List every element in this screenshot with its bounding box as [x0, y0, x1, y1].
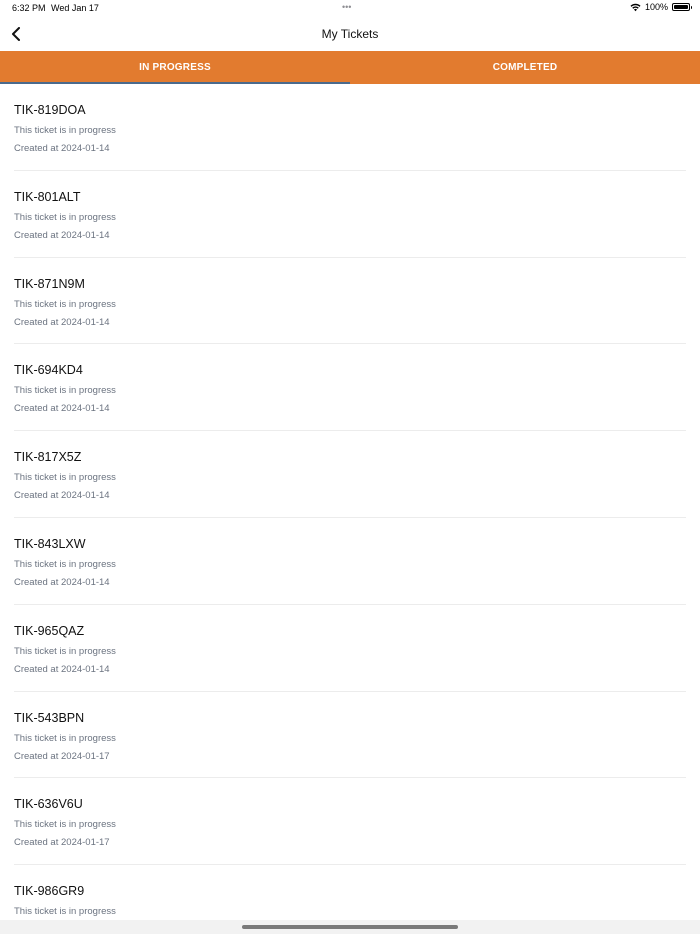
ticket-created-date: Created at 2024-01-14 [14, 316, 110, 328]
battery-fill [674, 5, 688, 9]
tab-bar: IN PROGRESS COMPLETED [0, 51, 700, 84]
ticket-id: TIK-871N9M [14, 276, 85, 291]
ticket-id: TIK-965QAZ [14, 623, 85, 638]
ticket-status: This ticket is in progress [14, 298, 116, 310]
home-indicator[interactable] [242, 925, 458, 929]
ticket-id: TIK-694KD4 [14, 363, 83, 378]
ticket-item[interactable]: TIK-965QAZ This ticket is in progress Cr… [14, 605, 686, 692]
navigation-bar: My Tickets [0, 18, 700, 51]
status-bar: 6:32 PM Wed Jan 17 ••• 100% [0, 0, 700, 18]
ticket-item[interactable]: TIK-543BPN This ticket is in progress Cr… [14, 692, 686, 779]
page-title: My Tickets [321, 27, 379, 41]
battery-percentage: 100% [644, 2, 668, 12]
ticket-item[interactable]: TIK-801ALT This ticket is in progress Cr… [14, 171, 686, 258]
tab-in-progress[interactable]: IN PROGRESS [0, 51, 350, 84]
home-indicator-area [0, 920, 700, 934]
status-date: Wed Jan 17 [51, 3, 99, 13]
wifi-icon [630, 3, 641, 11]
ticket-status: This ticket is in progress [14, 732, 116, 744]
ticket-status: This ticket is in progress [14, 558, 116, 570]
ticket-created-date: Created at 2024-01-14 [14, 663, 110, 675]
ticket-created-date: Created at 2024-01-14 [14, 490, 110, 502]
ticket-item[interactable]: TIK-636V6U This ticket is in progress Cr… [14, 778, 686, 866]
multitasking-dots-icon[interactable]: ••• [342, 2, 351, 12]
ticket-id: TIK-817X5Z [14, 450, 82, 465]
ticket-list: TIK-819DOA This ticket is in progress Cr… [0, 84, 700, 934]
ticket-id: TIK-986GR9 [14, 884, 85, 899]
status-right: 100% [630, 2, 692, 12]
ticket-status: This ticket is in progress [14, 819, 116, 831]
ticket-id: TIK-801ALT [14, 189, 81, 204]
ticket-item[interactable]: TIK-819DOA This ticket is in progress Cr… [14, 84, 686, 171]
ticket-id: TIK-636V6U [14, 797, 83, 812]
ticket-item[interactable]: TIK-843LXW This ticket is in progress Cr… [14, 518, 686, 605]
ticket-created-date: Created at 2024-01-14 [14, 576, 110, 588]
ticket-created-date: Created at 2024-01-14 [14, 229, 110, 241]
ticket-status: This ticket is in progress [14, 645, 116, 657]
ticket-item[interactable]: TIK-817X5Z This ticket is in progress Cr… [14, 431, 686, 518]
ticket-item[interactable]: TIK-871N9M This ticket is in progress Cr… [14, 258, 686, 345]
ticket-status: This ticket is in progress [14, 906, 116, 918]
screen: 6:32 PM Wed Jan 17 ••• 100% My Tickets I… [0, 0, 700, 934]
battery-icon [672, 3, 692, 11]
ticket-created-date: Created at 2024-01-14 [14, 403, 110, 415]
ticket-status: This ticket is in progress [14, 385, 116, 397]
ticket-status: This ticket is in progress [14, 211, 116, 223]
status-time: 6:32 PM [12, 3, 46, 13]
tab-completed[interactable]: COMPLETED [350, 51, 700, 84]
ticket-id: TIK-543BPN [14, 710, 85, 725]
ticket-id: TIK-843LXW [14, 536, 86, 551]
ticket-status: This ticket is in progress [14, 472, 116, 484]
ticket-id: TIK-819DOA [14, 103, 86, 117]
ticket-status: This ticket is in progress [14, 125, 116, 136]
ticket-created-date: Created at 2024-01-17 [14, 750, 110, 762]
ticket-item[interactable]: TIK-694KD4 This ticket is in progress Cr… [14, 344, 686, 432]
ticket-created-date: Created at 2024-01-17 [14, 837, 110, 849]
ticket-created-date: Created at 2024-01-14 [14, 143, 110, 154]
